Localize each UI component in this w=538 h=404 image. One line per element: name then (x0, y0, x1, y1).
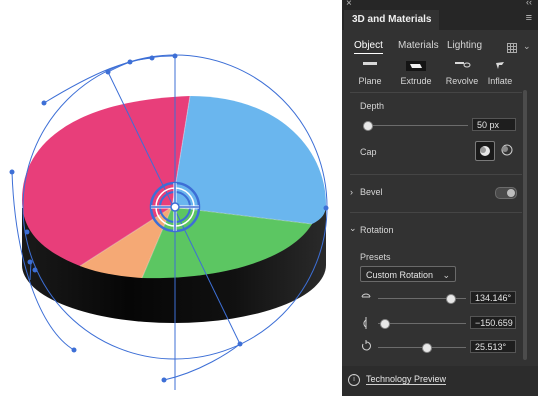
panel-menu-icon[interactable]: ≡ (526, 12, 532, 24)
technology-preview-link[interactable]: Technology Preview (366, 374, 447, 385)
shape-plane-label: Plane (358, 76, 382, 86)
shape-inflate-label: Inflate (487, 76, 513, 86)
rotation-z-knob[interactable] (422, 343, 432, 353)
tab-materials[interactable]: Materials (398, 40, 439, 51)
tab-lighting[interactable]: Lighting (447, 40, 482, 51)
rotation-y-slider[interactable] (378, 323, 466, 324)
divider (350, 212, 522, 213)
artboard-canvas[interactable] (0, 0, 340, 404)
depth-slider[interactable] (368, 125, 468, 126)
depth-label: Depth (360, 101, 385, 111)
panel-scrollbar[interactable] (522, 64, 528, 384)
divider (350, 174, 522, 175)
rotation-y-knob[interactable] (380, 319, 390, 329)
chevron-down-icon[interactable]: ⌄ (523, 41, 531, 52)
cap-on-icon (480, 146, 490, 156)
cap-label: Cap (360, 147, 377, 157)
bevel-chevron-icon[interactable]: › (350, 187, 353, 197)
panel-footer: i Technology Preview (342, 366, 538, 396)
revolve-icon (455, 62, 471, 68)
depth-field[interactable]: 50 px (472, 118, 516, 131)
info-icon[interactable]: i (348, 374, 360, 386)
shape-extrude-button[interactable]: Extrude (394, 60, 438, 86)
close-icon[interactable]: × (346, 0, 352, 9)
presets-dropdown[interactable]: Custom Rotation ⌄ (360, 266, 456, 282)
rotate-y-icon (363, 317, 367, 329)
shape-extrude-label: Extrude (400, 76, 432, 86)
rotation-z-field[interactable]: 25.513° (470, 340, 516, 353)
presets-value: Custom Rotation (366, 270, 434, 280)
rotation-x-knob[interactable] (446, 294, 456, 304)
tab-object[interactable]: Object (354, 40, 383, 54)
collapse-icon[interactable]: ‹‹ (526, 0, 532, 7)
panel-topbar: × ‹‹ (342, 0, 538, 10)
grid-icon[interactable] (507, 43, 517, 53)
divider (350, 92, 522, 93)
pie-slice-blue (172, 96, 326, 224)
plane-icon (363, 62, 377, 65)
cap-off-icon (501, 144, 513, 156)
rotation-y-field[interactable]: −150.659 (470, 316, 516, 329)
depth-slider-knob[interactable] (363, 121, 373, 131)
rotate-x-icon (361, 293, 371, 298)
rotation-x-field[interactable]: 134.146° (470, 291, 516, 304)
extrude-icon (406, 61, 426, 71)
panel-titlebar: 3D and Materials ≡ (342, 10, 538, 30)
3d-materials-panel: × ‹‹ 3D and Materials ≡ Object Materials… (342, 0, 538, 396)
chevron-down-icon: ⌄ (442, 270, 450, 280)
rotation-center-target[interactable] (149, 181, 201, 233)
shape-plane-button[interactable]: Plane (348, 60, 392, 86)
bevel-toggle[interactable] (495, 187, 517, 199)
cap-on-button[interactable] (475, 141, 495, 161)
rotation-label[interactable]: Rotation (360, 225, 394, 235)
shape-inflate-button[interactable]: Inflate (478, 60, 522, 86)
rotation-chevron-icon[interactable]: ⌄ (349, 223, 357, 234)
presets-label: Presets (360, 252, 391, 262)
bevel-label[interactable]: Bevel (360, 187, 383, 197)
scrollbar-thumb[interactable] (523, 90, 527, 360)
rotate-z-icon (362, 340, 371, 351)
cap-off-button[interactable] (497, 141, 515, 159)
panel-title-tab[interactable]: 3D and Materials (344, 10, 440, 30)
inflate-icon (496, 62, 504, 69)
